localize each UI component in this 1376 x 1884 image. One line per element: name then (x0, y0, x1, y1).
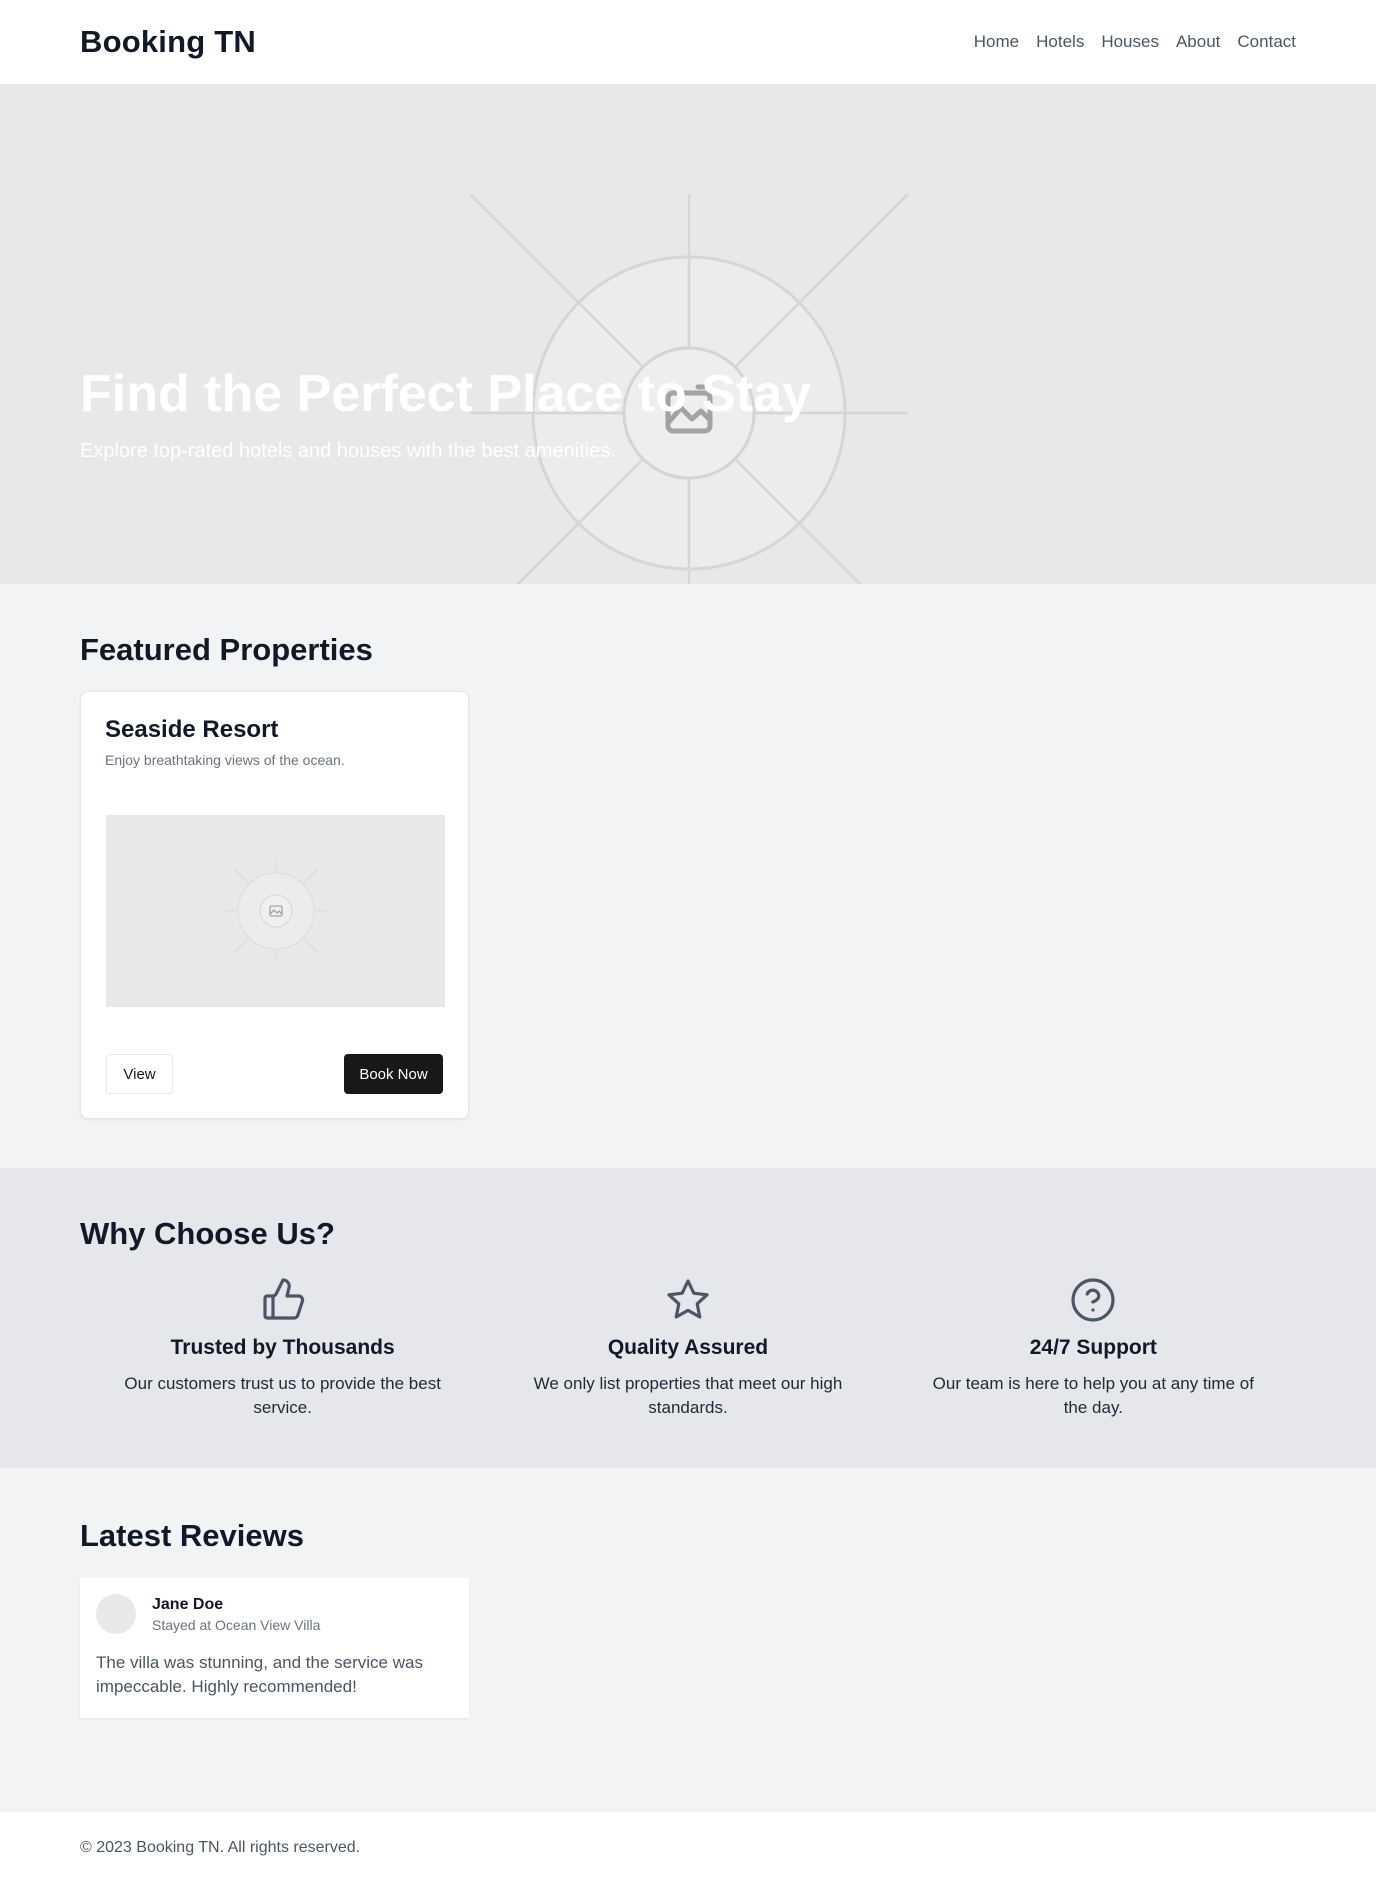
feature-item: 24/7 Support Our team is here to help yo… (891, 1276, 1296, 1420)
reviewer-stay: Stayed at Ocean View Villa (152, 1616, 321, 1633)
reviews-title: Latest Reviews (80, 1518, 304, 1553)
nav-contact[interactable]: Contact (1237, 32, 1296, 52)
main-nav: Home Hotels Houses About Contact (974, 32, 1296, 52)
copyright-text: © 2023 Booking TN. All rights reserved. (80, 1839, 361, 1856)
why-choose-us-section: Why Choose Us? Trusted by Thousands Our … (0, 1168, 1376, 1468)
brand-logo[interactable]: Booking TN (80, 24, 256, 60)
view-button[interactable]: View (106, 1054, 173, 1094)
reviewer-name: Jane Doe (152, 1595, 224, 1613)
featured-section: Featured Properties Seaside Resort Enjoy… (0, 584, 1376, 1168)
feature-description: We only list properties that meet our hi… (533, 1374, 843, 1417)
book-now-button[interactable]: Book Now (344, 1054, 443, 1094)
review-text: The villa was stunning, and the service … (96, 1653, 423, 1696)
site-header: Booking TN Home Hotels Houses About Cont… (0, 0, 1376, 84)
feature-title: 24/7 Support (1029, 1336, 1157, 1359)
nav-about[interactable]: About (1176, 32, 1220, 52)
reviews-section: Latest Reviews Jane Doe Stayed at Ocean … (0, 1468, 1376, 1812)
star-icon (667, 1279, 709, 1319)
feature-description: Our team is here to help you at any time… (932, 1374, 1254, 1417)
feature-description: Our customers trust us to provide the be… (124, 1374, 441, 1417)
feature-title: Trusted by Thousands (170, 1336, 395, 1359)
property-description: Enjoy breathtaking views of the ocean. (105, 752, 345, 768)
feature-item: Trusted by Thousands Our customers trust… (80, 1276, 485, 1420)
features-list: Trusted by Thousands Our customers trust… (80, 1276, 1296, 1420)
hero-title: Find the Perfect Place to Stay (80, 365, 812, 423)
property-card: Seaside Resort Enjoy breathtaking views … (80, 691, 469, 1119)
nav-houses[interactable]: Houses (1101, 32, 1159, 52)
why-title: Why Choose Us? (80, 1216, 335, 1251)
feature-title: Quality Assured (607, 1336, 769, 1359)
avatar (96, 1594, 136, 1634)
nav-hotels[interactable]: Hotels (1036, 32, 1084, 52)
hero-subtitle: Explore top-rated hotels and houses with… (80, 440, 616, 462)
property-name: Seaside Resort (105, 716, 279, 743)
hero-section: Find the Perfect Place to Stay Explore t… (0, 84, 1376, 584)
featured-title: Featured Properties (80, 632, 373, 667)
nav-home[interactable]: Home (974, 32, 1019, 52)
image-placeholder-icon (226, 861, 326, 961)
thumbs-up-icon (263, 1278, 304, 1320)
site-footer: © 2023 Booking TN. All rights reserved. (0, 1812, 1376, 1884)
review-card: Jane Doe Stayed at Ocean View Villa The … (80, 1578, 469, 1718)
property-image (106, 815, 445, 1007)
feature-item: Quality Assured We only list properties … (485, 1276, 890, 1420)
question-circle-icon (1071, 1278, 1115, 1322)
